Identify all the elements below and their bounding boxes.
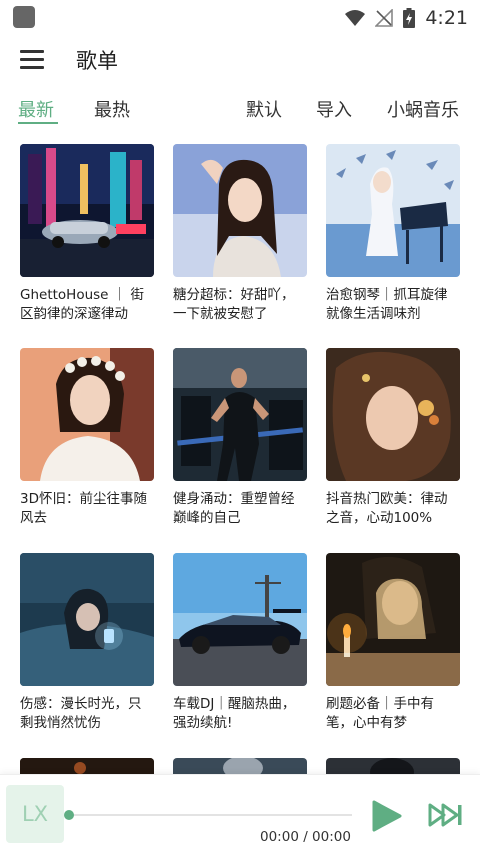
page-title: 歌单	[76, 49, 118, 73]
playlist-cover-image	[326, 553, 460, 686]
playlist-title: 刷题必备｜手中有笔，心中有梦	[326, 696, 434, 731]
playlist-cover-image	[326, 144, 460, 277]
tab-active-indicator	[18, 122, 58, 124]
playlist-card[interactable]	[326, 758, 460, 774]
playlist-cover-image	[20, 348, 154, 481]
tab-latest[interactable]: 最新	[18, 96, 54, 122]
music-source-button[interactable]: 小蜗音乐	[387, 96, 459, 122]
playlist-card[interactable]: 车载DJ｜醒脑热曲，强劲续航!	[173, 553, 307, 733]
playlist-card[interactable]: 3D怀旧：前尘往事随风去	[20, 348, 154, 528]
playlist-cover-image	[173, 553, 307, 686]
progress-bar[interactable]	[70, 814, 352, 816]
progress-handle[interactable]	[64, 810, 74, 820]
status-time: 4:21	[425, 7, 468, 29]
player-logo[interactable]: LX	[6, 785, 64, 843]
playlist-cover-image	[173, 348, 307, 481]
status-bar: 4:21	[0, 0, 480, 36]
playlist-cover-image	[326, 348, 460, 481]
playlist-card[interactable]	[20, 758, 154, 774]
playlist-cover-image	[173, 758, 307, 774]
playlist-title: 糖分超标：好甜吖，一下就被安慰了	[173, 287, 295, 322]
playlist-card[interactable]: 刷题必备｜手中有笔，心中有梦	[326, 553, 460, 733]
playlist-card[interactable]	[173, 758, 307, 774]
no-signal-icon	[375, 9, 394, 27]
playlist-title: 3D怀旧：前尘往事随风去	[20, 491, 147, 526]
play-icon[interactable]	[370, 799, 402, 833]
playlist-title: GhettoHouse ｜ 街区韵律的深邃律动	[20, 287, 145, 322]
playlist-card[interactable]: 糖分超标：好甜吖，一下就被安慰了	[173, 144, 307, 324]
next-track-icon[interactable]	[428, 803, 464, 827]
tab-bar: 最新 最热 默认 导入 小蜗音乐	[0, 94, 480, 128]
sort-default-button[interactable]: 默认	[246, 96, 282, 122]
playlist-card[interactable]: 治愈钢琴｜抓耳旋律就像生活调味剂	[326, 144, 460, 324]
playlist-cover-image	[20, 553, 154, 686]
battery-charging-icon	[403, 8, 416, 28]
playlist-card[interactable]: 伤感：漫长时光，只剩我悄然忧伤	[20, 553, 154, 733]
app-header: 歌单	[0, 40, 480, 80]
playlist-card[interactable]: 抖音热门欧美：律动之音，心动100%	[326, 348, 460, 528]
playlist-cover-image	[173, 144, 307, 277]
menu-icon[interactable]	[20, 50, 44, 70]
playlist-cover-image	[20, 144, 154, 277]
playlist-cover-image	[20, 758, 154, 774]
playlist-card[interactable]: GhettoHouse ｜ 街区韵律的深邃律动	[20, 144, 154, 324]
tab-hottest[interactable]: 最热	[94, 96, 130, 122]
wifi-icon	[345, 10, 366, 26]
status-icons: 4:21	[345, 6, 468, 30]
playlist-grid: GhettoHouse ｜ 街区韵律的深邃律动 糖分超标：好甜吖，一下就被安慰了	[0, 144, 480, 774]
playlist-title: 抖音热门欧美：律动之音，心动100%	[326, 491, 448, 526]
playlist-title: 治愈钢琴｜抓耳旋律就像生活调味剂	[326, 287, 448, 322]
playlist-title: 车载DJ｜醒脑热曲，强劲续航!	[173, 696, 296, 731]
playlist-card[interactable]: 健身涌动：重塑曾经巅峰的自己	[173, 348, 307, 528]
playback-time: 00:00 / 00:00	[260, 829, 351, 845]
import-button[interactable]: 导入	[316, 96, 352, 122]
app-notification-icon	[13, 6, 35, 28]
playlist-title: 伤感：漫长时光，只剩我悄然忧伤	[20, 696, 142, 731]
playlist-title: 健身涌动：重塑曾经巅峰的自己	[173, 491, 295, 526]
player-bar: LX 00:00 / 00:00	[0, 774, 480, 853]
playlist-cover-image	[326, 758, 460, 774]
